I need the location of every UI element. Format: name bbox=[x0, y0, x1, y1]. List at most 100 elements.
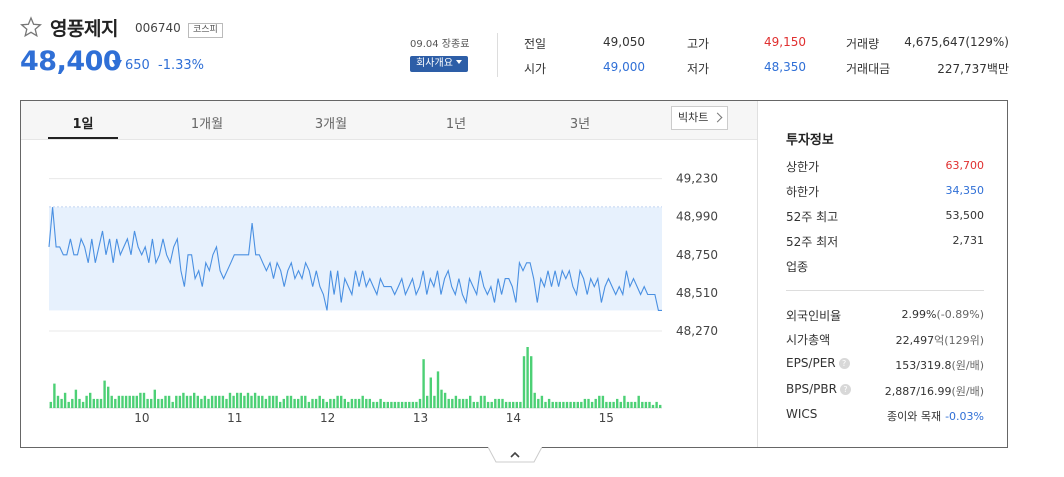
volume-bar bbox=[264, 398, 268, 409]
invest-label: 업종 bbox=[786, 260, 809, 274]
active-tab-underline bbox=[48, 137, 118, 139]
invest-value: 63,700 bbox=[945, 159, 985, 172]
volume-bar bbox=[443, 392, 447, 409]
volume-bar bbox=[343, 398, 346, 409]
volume-bar bbox=[286, 395, 289, 408]
volume-bar bbox=[454, 395, 458, 408]
volume-bar bbox=[49, 401, 52, 408]
below-close-area bbox=[49, 207, 662, 311]
summary-label: 전일 bbox=[524, 37, 547, 51]
volume-bar bbox=[526, 347, 529, 408]
volume-bar bbox=[261, 395, 264, 408]
volume-bar bbox=[637, 395, 640, 408]
volume-bar bbox=[436, 371, 440, 408]
invest-value: 2.99%(-0.89%) bbox=[902, 308, 984, 321]
x-tick-label: 14 bbox=[506, 411, 521, 425]
volume-bar bbox=[167, 395, 171, 408]
invest-label-text: WICS bbox=[786, 407, 818, 421]
volume-bar bbox=[332, 398, 336, 409]
invest-label: 52주 최저 bbox=[786, 235, 839, 249]
volume-bar bbox=[322, 398, 325, 409]
volume-bar bbox=[214, 395, 217, 408]
volume-bar bbox=[307, 401, 311, 408]
volume-bar bbox=[103, 380, 106, 408]
volume-bar bbox=[429, 377, 432, 408]
tab-period[interactable]: 1개월 bbox=[177, 113, 237, 132]
volume-bar bbox=[60, 398, 63, 409]
volume-bar bbox=[300, 395, 303, 408]
volume-bar bbox=[530, 356, 533, 409]
volume-bar bbox=[623, 395, 626, 408]
invest-value-extra: -0.03% bbox=[945, 410, 984, 423]
volume-bar bbox=[203, 395, 207, 408]
tab-period[interactable]: 1년 bbox=[426, 113, 486, 132]
volume-bar bbox=[616, 398, 619, 409]
invest-label: 시가총액 bbox=[786, 331, 830, 348]
volume-bar bbox=[96, 398, 99, 409]
volume-bar bbox=[110, 395, 113, 408]
market-date: 09.04 장종료 bbox=[410, 39, 470, 50]
volume-bar bbox=[562, 401, 565, 408]
invest-value-extra: 억(129위) bbox=[934, 334, 984, 347]
bigchart-label: 빅차트 bbox=[678, 111, 709, 124]
company-info-button[interactable]: 회사개요 bbox=[410, 56, 468, 72]
volume-bar bbox=[547, 398, 551, 409]
invest-separator bbox=[786, 290, 984, 291]
volume-bar bbox=[361, 395, 364, 408]
invest-label: 외국인비율 bbox=[786, 307, 841, 324]
volume-bar bbox=[461, 398, 465, 409]
volume-bar bbox=[257, 395, 260, 408]
invest-label: EPS/PER? bbox=[786, 356, 850, 370]
volume-bar bbox=[598, 395, 601, 408]
stock-code: 006740 bbox=[135, 21, 181, 35]
volume-bar bbox=[540, 395, 544, 408]
volume-bar bbox=[225, 398, 228, 409]
invest-label-text: BPS/PBR bbox=[786, 382, 837, 396]
volume-bar bbox=[232, 395, 235, 408]
volume-bar bbox=[644, 401, 648, 408]
volume-bar bbox=[533, 392, 536, 409]
tab-period[interactable]: 3년 bbox=[550, 113, 610, 132]
volume-bar bbox=[153, 389, 156, 408]
volume-bar bbox=[124, 395, 128, 408]
help-icon[interactable]: ? bbox=[838, 358, 850, 369]
volume-bar bbox=[135, 395, 138, 408]
volume-bar bbox=[383, 401, 386, 408]
dropdown-arrow-icon bbox=[455, 60, 462, 64]
volume-bar bbox=[415, 401, 418, 408]
tab-period[interactable]: 1일 bbox=[53, 113, 113, 132]
volume-bar bbox=[515, 401, 518, 408]
volume-bar bbox=[304, 395, 307, 408]
volume-bar bbox=[418, 398, 422, 409]
y-tick-label: 48,990 bbox=[676, 210, 718, 224]
volume-bar bbox=[150, 398, 153, 409]
favorite-star-icon[interactable] bbox=[19, 16, 43, 38]
collapse-toggle[interactable] bbox=[488, 447, 542, 463]
volume-bar bbox=[565, 401, 569, 408]
volume-bar bbox=[347, 401, 350, 408]
volume-bar bbox=[354, 398, 357, 409]
volume-bar bbox=[117, 395, 121, 408]
volume-bar bbox=[121, 395, 124, 408]
tab-period[interactable]: 3개월 bbox=[301, 113, 361, 132]
volume-bar bbox=[85, 395, 88, 408]
volume-bar bbox=[218, 395, 221, 408]
bigchart-button[interactable]: 빅차트 bbox=[671, 106, 728, 130]
volume-bar bbox=[336, 395, 339, 408]
invest-value-extra: (-0.89%) bbox=[936, 308, 985, 321]
volume-bar bbox=[329, 398, 332, 409]
volume-bar bbox=[472, 401, 475, 408]
invest-value: 2,731 bbox=[952, 234, 985, 247]
summary-value: 4,675,647(129%) bbox=[904, 35, 1009, 49]
volume-bar bbox=[275, 395, 278, 408]
volume-bar bbox=[297, 398, 300, 409]
help-icon[interactable]: ? bbox=[839, 384, 851, 395]
volume-bar bbox=[494, 398, 497, 409]
volume-bar bbox=[178, 395, 182, 408]
volume-bar bbox=[501, 398, 504, 409]
volume-bar bbox=[350, 398, 354, 409]
volume-bar bbox=[590, 401, 594, 408]
volume-bar bbox=[659, 404, 662, 408]
volume-bar bbox=[587, 398, 590, 409]
x-tick-label: 13 bbox=[413, 411, 428, 425]
